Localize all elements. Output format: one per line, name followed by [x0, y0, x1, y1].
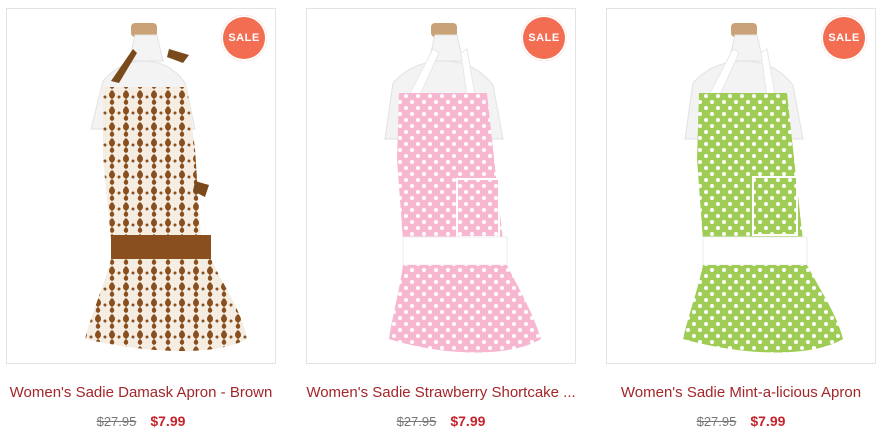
product-image[interactable]: SALE — [606, 8, 876, 364]
apron-image — [384, 23, 541, 353]
product-card[interactable]: SALE Women's Sadie Strawberry Shortcake … — [306, 8, 576, 429]
apron-image — [85, 23, 247, 351]
product-title[interactable]: Women's Sadie Strawberry Shortcake ... — [306, 384, 576, 401]
sale-price: $7.99 — [750, 413, 786, 429]
price-row: $27.95 $7.99 — [306, 413, 576, 429]
original-price: $27.95 — [396, 414, 437, 429]
product-grid: SALE Women's Sadie Damask Apron - Brown … — [0, 0, 884, 442]
sale-price: $7.99 — [150, 413, 186, 429]
product-card[interactable]: SALE Women's Sadie Mint-a-licious Apron … — [606, 8, 876, 429]
product-title[interactable]: Women's Sadie Damask Apron - Brown — [6, 384, 276, 401]
sale-badge: SALE — [521, 15, 567, 61]
product-title[interactable]: Women's Sadie Mint-a-licious Apron — [606, 384, 876, 401]
price-row: $27.95 $7.99 — [6, 413, 276, 429]
price-row: $27.95 $7.99 — [606, 413, 876, 429]
product-image[interactable]: SALE — [6, 8, 276, 364]
sale-badge: SALE — [821, 15, 867, 61]
product-card[interactable]: SALE Women's Sadie Damask Apron - Brown … — [6, 8, 276, 429]
sale-badge: SALE — [221, 15, 267, 61]
original-price: $27.95 — [696, 414, 737, 429]
apron-image — [683, 23, 843, 353]
sale-price: $7.99 — [450, 413, 486, 429]
product-image[interactable]: SALE — [306, 8, 576, 364]
original-price: $27.95 — [96, 414, 137, 429]
